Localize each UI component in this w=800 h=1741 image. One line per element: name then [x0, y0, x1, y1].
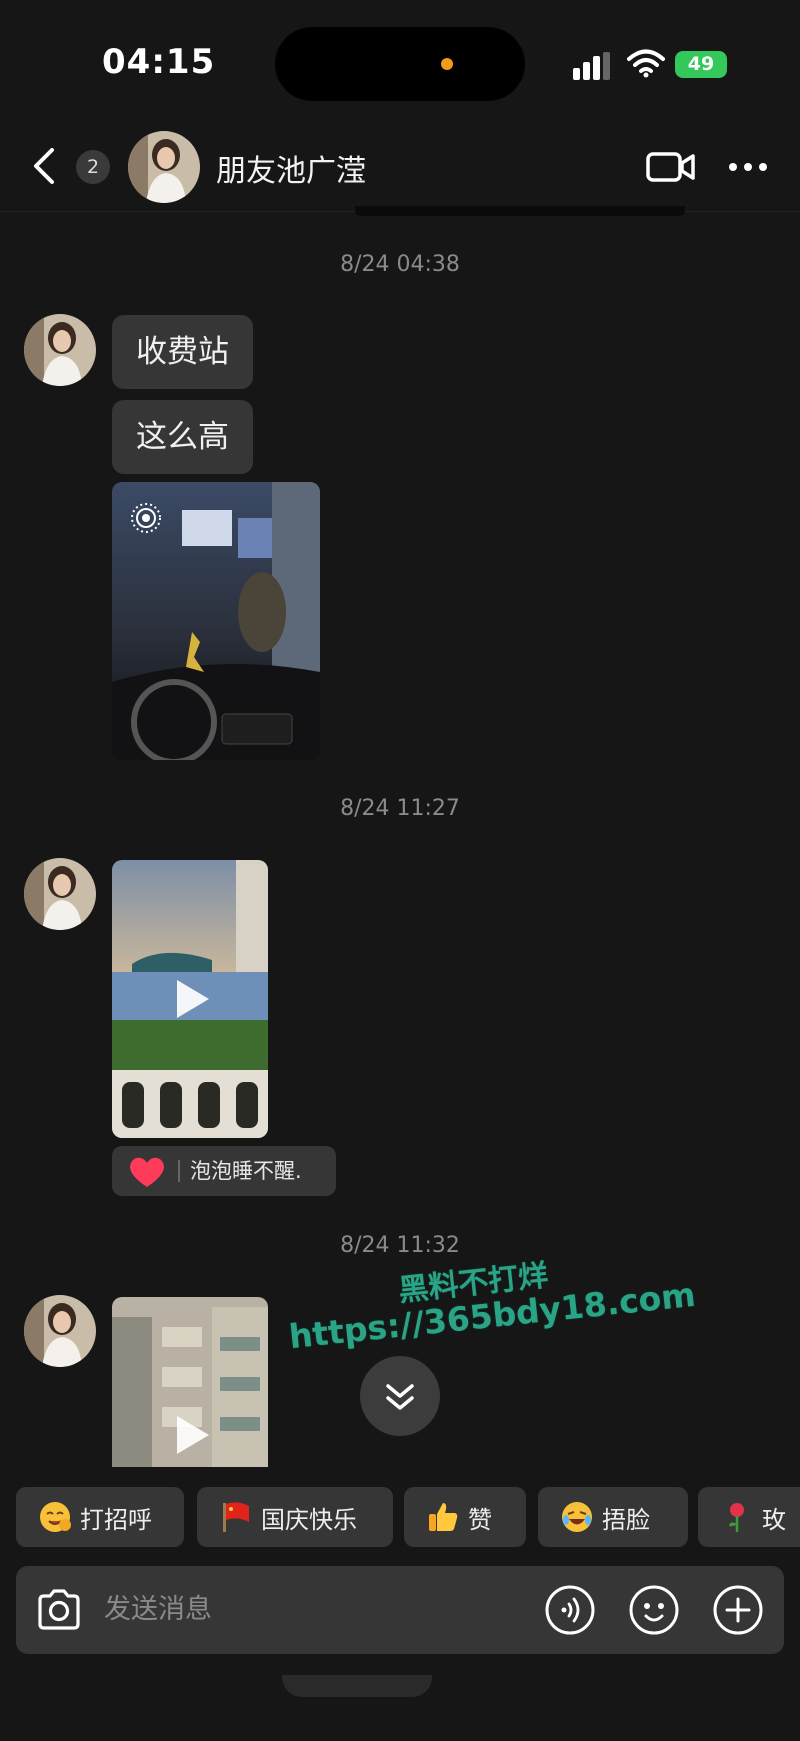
photo-message[interactable]	[112, 482, 320, 760]
previous-message-edge	[355, 206, 685, 216]
cellular-signal-icon	[573, 52, 610, 80]
status-bar: 04:15 49	[0, 0, 800, 120]
double-chevron-down-icon	[386, 1384, 414, 1410]
reaction-user-name: 泡泡睡不醒.	[190, 1159, 302, 1183]
message-timestamp: 8/24 04:38	[340, 252, 460, 277]
quick-reply-chip[interactable]: 打招呼	[16, 1487, 184, 1547]
heart-icon	[130, 1157, 164, 1187]
rose-icon	[729, 1503, 744, 1532]
message-bubble[interactable]: 收费站	[112, 315, 253, 389]
camera-icon[interactable]	[34, 1586, 84, 1634]
message-composer: 发送消息	[16, 1566, 784, 1654]
scroll-to-bottom-button[interactable]	[360, 1356, 440, 1436]
add-more-icon[interactable]	[712, 1584, 764, 1636]
quick-reply-label: 玫	[762, 1505, 786, 1534]
reaction-chip[interactable]: 泡泡睡不醒.	[112, 1146, 336, 1196]
quick-reply-chip[interactable]: 赞	[404, 1487, 526, 1547]
status-time: 04:15	[102, 42, 216, 82]
voice-message-icon[interactable]	[544, 1584, 596, 1636]
quick-reply-label: 捂脸	[602, 1505, 650, 1534]
chat-header: 2 朋友池广滢	[0, 120, 800, 212]
quick-reply-bar: 打招呼 国庆快乐 赞 捂脸 玫	[16, 1487, 800, 1547]
sender-avatar[interactable]	[24, 858, 96, 930]
reaction-divider	[178, 1160, 180, 1182]
play-icon[interactable]	[165, 974, 215, 1024]
message-timestamp: 8/24 11:32	[340, 1233, 460, 1258]
thumbs-up-icon	[429, 1503, 458, 1531]
contact-avatar[interactable]	[128, 131, 200, 203]
quick-reply-chip[interactable]: 国庆快乐	[197, 1487, 393, 1547]
unread-badge[interactable]: 2	[76, 150, 110, 184]
dynamic-island	[275, 27, 525, 101]
bottom-edge	[282, 1675, 432, 1697]
quick-reply-label: 赞	[468, 1505, 492, 1534]
quick-reply-label: 国庆快乐	[261, 1505, 357, 1534]
chat-title: 朋友池广滢	[216, 154, 366, 189]
emoji-icon[interactable]	[628, 1584, 680, 1636]
message-input[interactable]: 发送消息	[104, 1566, 212, 1654]
quick-reply-label: 打招呼	[80, 1505, 152, 1534]
live-photo-icon	[131, 503, 161, 533]
waving-smile-icon	[40, 1502, 71, 1532]
message-timestamp: 8/24 11:27	[340, 796, 460, 821]
facepalm-laugh-icon	[562, 1502, 592, 1532]
quick-reply-chip[interactable]: 玫	[698, 1487, 800, 1547]
battery-indicator: 49	[675, 51, 727, 78]
video-call-icon[interactable]	[646, 148, 696, 186]
sender-avatar[interactable]	[24, 314, 96, 386]
back-arrow-icon[interactable]	[30, 146, 60, 186]
message-bubble[interactable]: 这么高	[112, 400, 253, 474]
red-flag-icon	[223, 1502, 249, 1532]
video-message[interactable]	[112, 860, 268, 1138]
play-icon[interactable]	[165, 1410, 215, 1460]
wifi-icon	[627, 49, 665, 78]
video-message[interactable]	[112, 1297, 268, 1467]
sender-avatar[interactable]	[24, 1295, 96, 1367]
battery-level: 49	[687, 53, 715, 75]
more-options-icon[interactable]	[728, 160, 768, 174]
quick-reply-chip[interactable]: 捂脸	[538, 1487, 688, 1547]
